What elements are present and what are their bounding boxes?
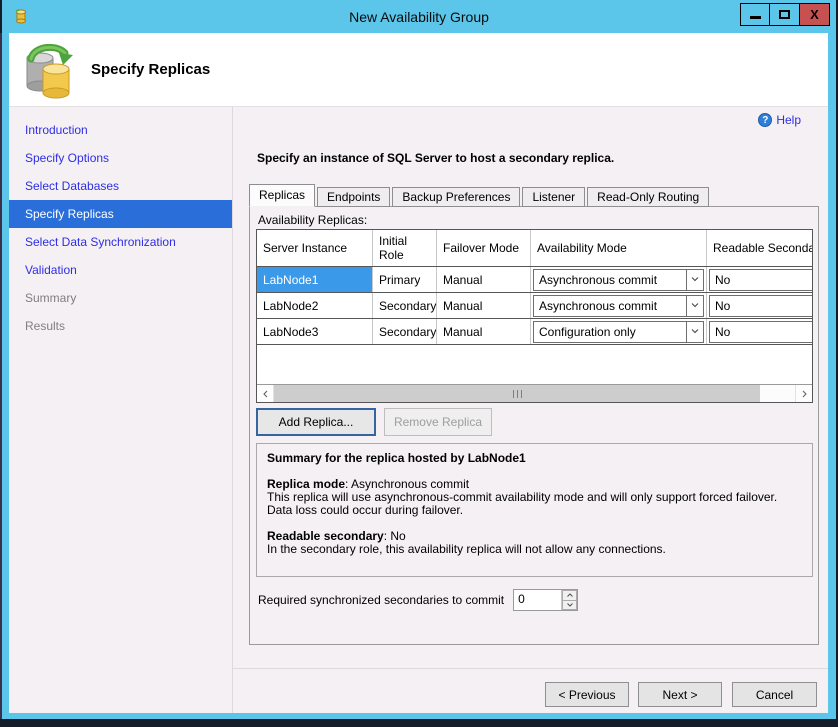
new-availability-group-window: New Availability Group X <box>2 0 836 719</box>
database-icon <box>13 8 29 24</box>
cell-initial-role[interactable]: Secondary <box>373 319 437 344</box>
column-header-server-instance: Server Instance <box>257 230 373 266</box>
cell-failover-mode[interactable]: Manual <box>437 267 531 292</box>
tab-listener[interactable]: Listener <box>522 187 585 207</box>
close-button[interactable]: X <box>800 3 830 26</box>
summary-title: Summary for the replica hosted by LabNod… <box>267 452 802 465</box>
table-row: LabNode2 Secondary Manual Asynchronous c… <box>257 293 812 319</box>
scroll-left-icon[interactable] <box>257 385 274 402</box>
tab-endpoints[interactable]: Endpoints <box>317 187 390 207</box>
remove-replica-button: Remove Replica <box>384 408 492 436</box>
availability-mode-dropdown[interactable]: Asynchronous commit <box>533 295 704 317</box>
chevron-down-icon <box>686 322 703 342</box>
column-header-readable-secondary: Readable Secondary <box>707 230 812 266</box>
scrollbar-grip <box>513 390 522 398</box>
chevron-down-icon <box>686 270 703 290</box>
cell-failover-mode[interactable]: Manual <box>437 293 531 318</box>
readable-secondary-dropdown[interactable]: No <box>709 269 812 291</box>
page-instruction: Specify an instance of SQL Server to hos… <box>257 151 614 165</box>
column-header-availability-mode: Availability Mode <box>531 230 707 266</box>
add-replica-button[interactable]: Add Replica... <box>256 408 376 436</box>
minimize-button[interactable] <box>740 3 770 26</box>
scrollbar-track[interactable] <box>274 385 795 402</box>
sidebar-item-select-databases[interactable]: Select Databases <box>9 172 232 200</box>
scroll-right-icon[interactable] <box>795 385 812 402</box>
main-panel: ? Help Specify an instance of SQL Server… <box>233 107 828 713</box>
previous-button[interactable]: < Previous <box>545 682 629 707</box>
sidebar-item-introduction[interactable]: Introduction <box>9 116 232 144</box>
readable-secondary-description: In the secondary role, this availability… <box>267 543 802 556</box>
table-row: LabNode1 Primary Manual Asynchronous com… <box>257 267 812 293</box>
cancel-button[interactable]: Cancel <box>732 682 817 707</box>
chevron-down-icon <box>686 296 703 316</box>
wizard-steps-sidebar: Introduction Specify Options Select Data… <box>9 107 233 713</box>
sidebar-item-validation[interactable]: Validation <box>9 256 232 284</box>
required-secondaries-row: Required synchronized secondaries to com… <box>258 589 578 611</box>
replicas-sync-databases-icon <box>21 41 79 99</box>
close-icon: X <box>810 7 819 22</box>
column-header-failover-mode: Failover Mode <box>437 230 531 266</box>
sidebar-item-select-data-synchronization[interactable]: Select Data Synchronization <box>9 228 232 256</box>
help-icon: ? <box>758 113 772 127</box>
table-row: LabNode3 Secondary Manual Configuration … <box>257 319 812 345</box>
grid-empty-area <box>257 345 812 384</box>
readable-secondary-dropdown[interactable]: No <box>709 321 812 343</box>
next-button[interactable]: Next > <box>638 682 722 707</box>
tab-read-only-routing[interactable]: Read-Only Routing <box>587 187 709 207</box>
grid-header-row: Server Instance Initial Role Failover Mo… <box>257 230 812 267</box>
sidebar-item-specify-replicas[interactable]: Specify Replicas <box>9 200 232 228</box>
replicas-tab-page: Availability Replicas: Server Instance I… <box>249 206 819 645</box>
page-title: Specify Replicas <box>91 61 210 78</box>
cell-initial-role[interactable]: Secondary <box>373 293 437 318</box>
tab-strip: Replicas Endpoints Backup Preferences Li… <box>249 184 711 207</box>
replica-mode-description: This replica will use asynchronous-commi… <box>267 491 802 517</box>
cell-failover-mode[interactable]: Manual <box>437 319 531 344</box>
window-title: New Availability Group <box>349 9 489 25</box>
cell-server-instance[interactable]: LabNode2 <box>257 293 373 318</box>
spin-up-icon[interactable] <box>562 590 577 600</box>
minimize-icon <box>750 16 761 19</box>
required-secondaries-spinner[interactable]: 0 <box>513 589 578 611</box>
spinner-value[interactable]: 0 <box>514 590 561 610</box>
required-secondaries-label: Required synchronized secondaries to com… <box>258 593 504 607</box>
sidebar-item-specify-options[interactable]: Specify Options <box>9 144 232 172</box>
titlebar: New Availability Group X <box>2 0 836 33</box>
sidebar-item-summary: Summary <box>9 284 232 312</box>
column-header-initial-role: Initial Role <box>373 230 437 266</box>
wizard-banner: Specify Replicas <box>9 33 828 107</box>
sidebar-item-results: Results <box>9 312 232 340</box>
maximize-icon <box>779 10 790 19</box>
replica-summary-box: Summary for the replica hosted by LabNod… <box>256 443 813 577</box>
maximize-button[interactable] <box>770 3 800 26</box>
horizontal-scrollbar[interactable] <box>257 384 812 402</box>
availability-replicas-grid: Server Instance Initial Role Failover Mo… <box>256 229 813 403</box>
readable-secondary-dropdown[interactable]: No <box>709 295 812 317</box>
availability-mode-dropdown[interactable]: Asynchronous commit <box>533 269 704 291</box>
scrollbar-thumb[interactable] <box>274 385 760 402</box>
help-link[interactable]: ? Help <box>758 113 801 127</box>
availability-mode-dropdown[interactable]: Configuration only <box>533 321 704 343</box>
cell-initial-role[interactable]: Primary <box>373 267 437 292</box>
cell-server-instance[interactable]: LabNode1 <box>257 267 373 292</box>
availability-replicas-label: Availability Replicas: <box>258 213 367 227</box>
tab-backup-preferences[interactable]: Backup Preferences <box>392 187 520 207</box>
tab-replicas[interactable]: Replicas <box>249 184 315 207</box>
spin-down-icon[interactable] <box>562 600 577 611</box>
help-label: Help <box>776 113 801 127</box>
footer-divider <box>233 668 828 669</box>
cell-server-instance[interactable]: LabNode3 <box>257 319 373 344</box>
